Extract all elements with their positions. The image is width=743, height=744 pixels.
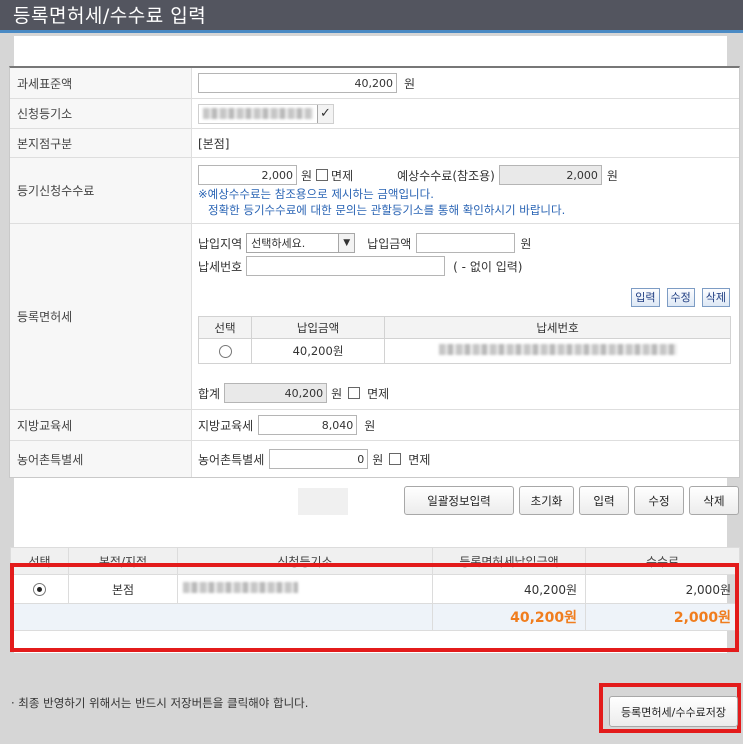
row-amount: 40,200원 bbox=[251, 338, 385, 364]
total-exempt-label: 면제 bbox=[367, 386, 390, 401]
total-input bbox=[224, 383, 328, 403]
edu-tax-unit: 원 bbox=[364, 418, 376, 433]
row-branch-type: 본지점구분 [본점] bbox=[10, 129, 739, 158]
col-select: 선택 bbox=[198, 316, 252, 339]
fee-unit: 원 bbox=[301, 168, 313, 183]
license-delete-button[interactable]: 삭제 bbox=[701, 288, 730, 307]
row-tax-base: 과세표준액 원 bbox=[10, 68, 739, 99]
row-select-radio[interactable] bbox=[218, 345, 232, 358]
bulk-input-button[interactable]: 일괄정보입력 bbox=[404, 486, 514, 515]
amount-label: 납입금액 bbox=[367, 236, 412, 251]
license-input-button[interactable]: 입력 bbox=[631, 288, 660, 307]
fee-exempt-checkbox[interactable] bbox=[316, 169, 329, 181]
rural-exempt-checkbox[interactable] bbox=[389, 453, 402, 465]
title-bar: 등록면허세/수수료 입력 bbox=[0, 0, 743, 33]
rural-tax-label: 농어촌특별세 bbox=[10, 441, 192, 477]
chevron-down-icon: ✓ bbox=[317, 104, 333, 123]
fee-exempt-label: 면제 bbox=[331, 168, 354, 183]
rural-tax-unit: 원 bbox=[372, 452, 384, 467]
fee-note-1: ※예상수수료는 참조용으로 제시하는 금액입니다. bbox=[198, 187, 434, 201]
total-unit: 원 bbox=[331, 386, 343, 401]
tax-base-input[interactable] bbox=[198, 73, 397, 93]
expected-fee-label: 예상수수료(참조용) bbox=[397, 168, 495, 183]
row-registration-fee: 등기신청수수료 원 면제 예상수수료(참조용) 원 ※예상수수료는 참조용으로 … bbox=[10, 158, 739, 224]
total-label: 합계 bbox=[198, 386, 221, 401]
edu-tax-input[interactable] bbox=[258, 415, 358, 435]
rural-tax-inner-label: 농어촌특별세 bbox=[198, 452, 265, 467]
branch-type-value: [본점] bbox=[198, 136, 230, 151]
row-taxno-redacted bbox=[438, 344, 677, 355]
col-amount: 납입금액 bbox=[251, 316, 385, 339]
hidden-element bbox=[298, 488, 348, 515]
page-title: 등록면허세/수수료 입력 bbox=[13, 5, 207, 27]
expected-fee-unit: 원 bbox=[606, 168, 618, 183]
region-select[interactable]: 선택하세요. ▼ bbox=[246, 233, 356, 253]
row-edu-tax: 지방교육세 지방교육세 원 bbox=[10, 410, 739, 441]
edu-tax-inner-label: 지방교육세 bbox=[198, 418, 254, 433]
save-notice: · 최종 반영하기 위해서는 반드시 저장버튼을 클릭해야 합니다. bbox=[11, 696, 309, 710]
edit-button[interactable]: 수정 bbox=[634, 486, 684, 515]
save-button[interactable]: 등록면허세/수수료저장 bbox=[609, 696, 738, 727]
input-button[interactable]: 입력 bbox=[579, 486, 629, 515]
region-selected: 선택하세요. bbox=[251, 237, 306, 250]
taxno-input[interactable] bbox=[246, 256, 446, 276]
registry-office-redacted bbox=[203, 108, 313, 119]
tax-base-unit: 원 bbox=[404, 76, 416, 91]
taxno-label: 납세번호 bbox=[198, 259, 243, 274]
license-tax-label: 등록면허세 bbox=[10, 224, 192, 409]
table-row[interactable]: 40,200원 bbox=[198, 338, 731, 364]
reset-button[interactable]: 초기화 bbox=[519, 486, 574, 515]
amount-input[interactable] bbox=[416, 233, 516, 253]
tax-form: 과세표준액 원 신청등기소 ✓ 본지점구분 [본점] 등기신청수수료 원 면제 bbox=[9, 66, 740, 478]
license-tax-table: 선택 납입금액 납세번호 40,200원 bbox=[198, 316, 731, 364]
col-taxno: 납세번호 bbox=[384, 316, 731, 339]
branch-type-label: 본지점구분 bbox=[10, 129, 192, 157]
fee-input[interactable] bbox=[198, 165, 297, 185]
taxno-hint: ( - 없이 입력) bbox=[453, 259, 523, 274]
rural-exempt-label: 면제 bbox=[408, 452, 431, 467]
amount-unit: 원 bbox=[520, 236, 532, 251]
expected-fee-input bbox=[498, 165, 602, 185]
tax-base-label: 과세표준액 bbox=[10, 68, 192, 98]
license-edit-button[interactable]: 수정 bbox=[666, 288, 695, 307]
registry-office-label: 신청등기소 bbox=[10, 99, 192, 128]
region-label: 납입지역 bbox=[198, 236, 243, 251]
delete-button[interactable]: 삭제 bbox=[689, 486, 739, 515]
row-registry-office: 신청등기소 ✓ bbox=[10, 99, 739, 129]
row-license-tax: 등록면허세 납입지역 선택하세요. ▼ 납입금액 원 납세번호 ( - 없이 입… bbox=[10, 224, 739, 410]
edu-tax-label: 지방교육세 bbox=[10, 410, 192, 440]
fee-note-2: 정확한 등기수수료에 대한 문의는 관할등기소를 통해 확인하시기 바랍니다. bbox=[208, 203, 566, 217]
registry-office-select[interactable]: ✓ bbox=[198, 103, 334, 124]
highlight-box-list bbox=[10, 563, 739, 652]
row-rural-tax: 농어촌특별세 농어촌특별세 원 면제 bbox=[10, 441, 739, 477]
rural-tax-input[interactable] bbox=[269, 449, 369, 469]
total-exempt-checkbox[interactable] bbox=[348, 387, 361, 399]
registration-fee-label: 등기신청수수료 bbox=[10, 158, 192, 223]
chevron-down-icon: ▼ bbox=[338, 234, 355, 252]
